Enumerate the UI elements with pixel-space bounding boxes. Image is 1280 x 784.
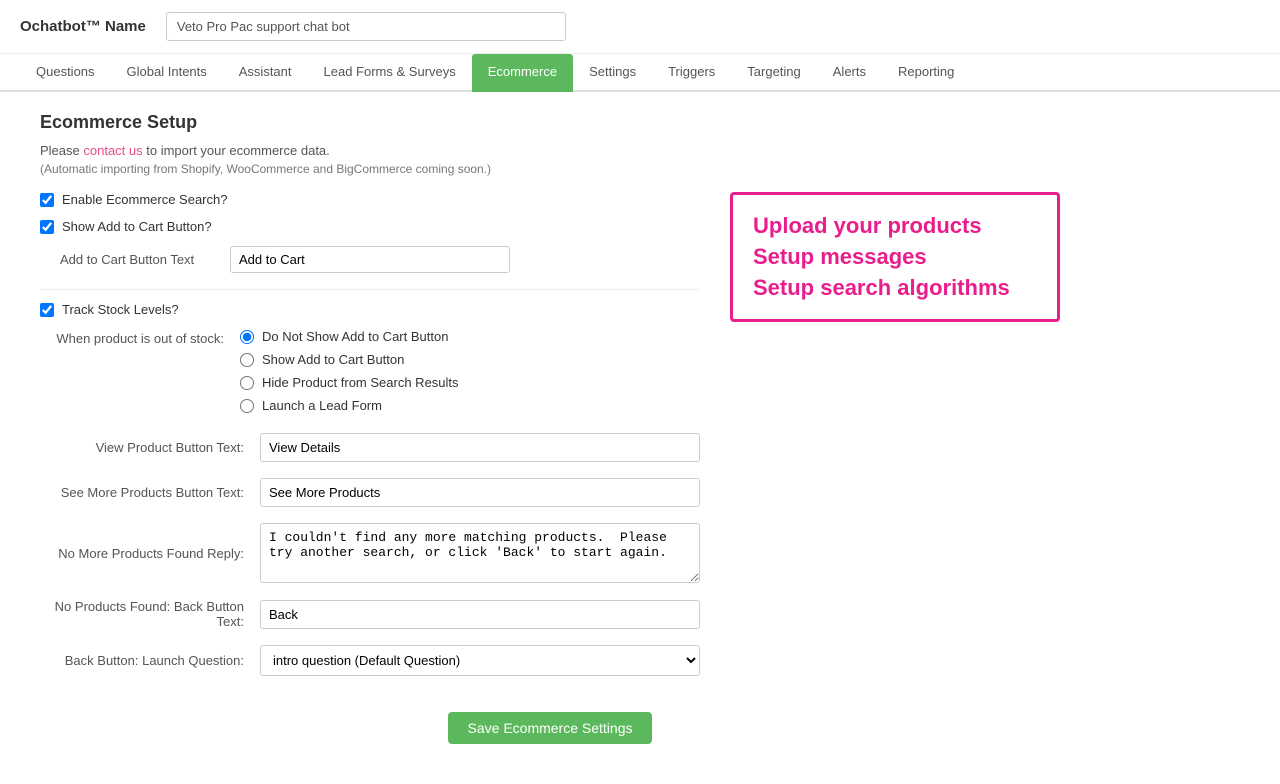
callout-line-3: Setup search algorithms (753, 273, 1037, 304)
see-more-row: See More Products Button Text: (40, 478, 700, 507)
oos-radio-0[interactable] (240, 330, 254, 344)
main-nav: Questions Global Intents Assistant Lead … (0, 54, 1280, 92)
show-add-to-cart-row: Show Add to Cart Button? (40, 219, 700, 234)
no-products-back-row: No Products Found: Back Button Text: (40, 599, 700, 629)
nav-reporting[interactable]: Reporting (882, 54, 970, 92)
track-stock-label: Track Stock Levels? (62, 302, 179, 317)
view-product-label: View Product Button Text: (40, 440, 260, 455)
section-desc: Please contact us to import your ecommer… (40, 143, 1060, 158)
no-products-back-label: No Products Found: Back Button Text: (40, 599, 260, 629)
track-stock-row: Track Stock Levels? (40, 302, 700, 317)
nav-ecommerce[interactable]: Ecommerce (472, 54, 573, 92)
content-left: Enable Ecommerce Search? Show Add to Car… (40, 192, 700, 692)
section-title: Ecommerce Setup (40, 112, 1060, 133)
oos-radio-3[interactable] (240, 399, 254, 413)
back-button-launch-row: Back Button: Launch Question: intro ques… (40, 645, 700, 676)
callout-line-1: Upload your products (753, 211, 1037, 242)
nav-alerts[interactable]: Alerts (817, 54, 882, 92)
no-more-products-textarea[interactable]: I couldn't find any more matching produc… (260, 523, 700, 583)
content-right: Upload your products Setup messages Setu… (730, 192, 1060, 692)
enable-ecommerce-row: Enable Ecommerce Search? (40, 192, 700, 207)
oos-option-1: Show Add to Cart Button (240, 352, 459, 367)
show-add-to-cart-label: Show Add to Cart Button? (62, 219, 212, 234)
app-title: Ochatbot™ Name (20, 18, 146, 35)
add-to-cart-text-input[interactable] (230, 246, 510, 273)
oos-radio-1[interactable] (240, 353, 254, 367)
back-button-launch-label: Back Button: Launch Question: (40, 653, 260, 668)
nav-targeting[interactable]: Targeting (731, 54, 816, 92)
header: Ochatbot™ Name (0, 0, 1280, 54)
no-products-back-input[interactable] (260, 600, 700, 629)
add-to-cart-text-row: Add to Cart Button Text (60, 246, 700, 273)
show-add-to-cart-checkbox[interactable] (40, 220, 54, 234)
oos-option-label-2: Hide Product from Search Results (262, 375, 459, 390)
nav-settings[interactable]: Settings (573, 54, 652, 92)
no-more-products-label: No More Products Found Reply: (40, 546, 260, 561)
desc-suffix: to import your ecommerce data. (143, 143, 330, 158)
oos-option-2: Hide Product from Search Results (240, 375, 459, 390)
see-more-input[interactable] (260, 478, 700, 507)
bot-name-input[interactable] (166, 12, 566, 41)
view-product-input[interactable] (260, 433, 700, 462)
out-of-stock-label: When product is out of stock: (40, 329, 240, 346)
contact-us-link[interactable]: contact us (83, 143, 142, 158)
nav-triggers[interactable]: Triggers (652, 54, 731, 92)
save-row: Save Ecommerce Settings (40, 712, 1060, 744)
desc-prefix: Please (40, 143, 83, 158)
nav-assistant[interactable]: Assistant (223, 54, 308, 92)
out-of-stock-row: When product is out of stock: Do Not Sho… (40, 329, 700, 413)
view-product-row: View Product Button Text: (40, 433, 700, 462)
oos-radio-2[interactable] (240, 376, 254, 390)
nav-global-intents[interactable]: Global Intents (111, 54, 223, 92)
oos-option-label-1: Show Add to Cart Button (262, 352, 404, 367)
enable-ecommerce-label: Enable Ecommerce Search? (62, 192, 227, 207)
main-content: Ecommerce Setup Please contact us to imp… (0, 92, 1100, 784)
nav-questions[interactable]: Questions (20, 54, 111, 92)
no-more-products-row: No More Products Found Reply: I couldn't… (40, 523, 700, 583)
track-stock-checkbox[interactable] (40, 303, 54, 317)
nav-lead-forms[interactable]: Lead Forms & Surveys (308, 54, 472, 92)
out-of-stock-options: Do Not Show Add to Cart Button Show Add … (240, 329, 459, 413)
oos-option-3: Launch a Lead Form (240, 398, 459, 413)
see-more-label: See More Products Button Text: (40, 485, 260, 500)
oos-option-label-0: Do Not Show Add to Cart Button (262, 329, 448, 344)
save-ecommerce-button[interactable]: Save Ecommerce Settings (448, 712, 653, 744)
callout-box: Upload your products Setup messages Setu… (730, 192, 1060, 322)
enable-ecommerce-checkbox[interactable] (40, 193, 54, 207)
oos-option-label-3: Launch a Lead Form (262, 398, 382, 413)
callout-line-2: Setup messages (753, 242, 1037, 273)
content-row: Enable Ecommerce Search? Show Add to Car… (40, 192, 1060, 692)
section-desc-sub: (Automatic importing from Shopify, WooCo… (40, 162, 1060, 176)
add-to-cart-text-label: Add to Cart Button Text (60, 252, 220, 267)
oos-option-0: Do Not Show Add to Cart Button (240, 329, 459, 344)
back-button-launch-select[interactable]: intro question (Default Question) (260, 645, 700, 676)
